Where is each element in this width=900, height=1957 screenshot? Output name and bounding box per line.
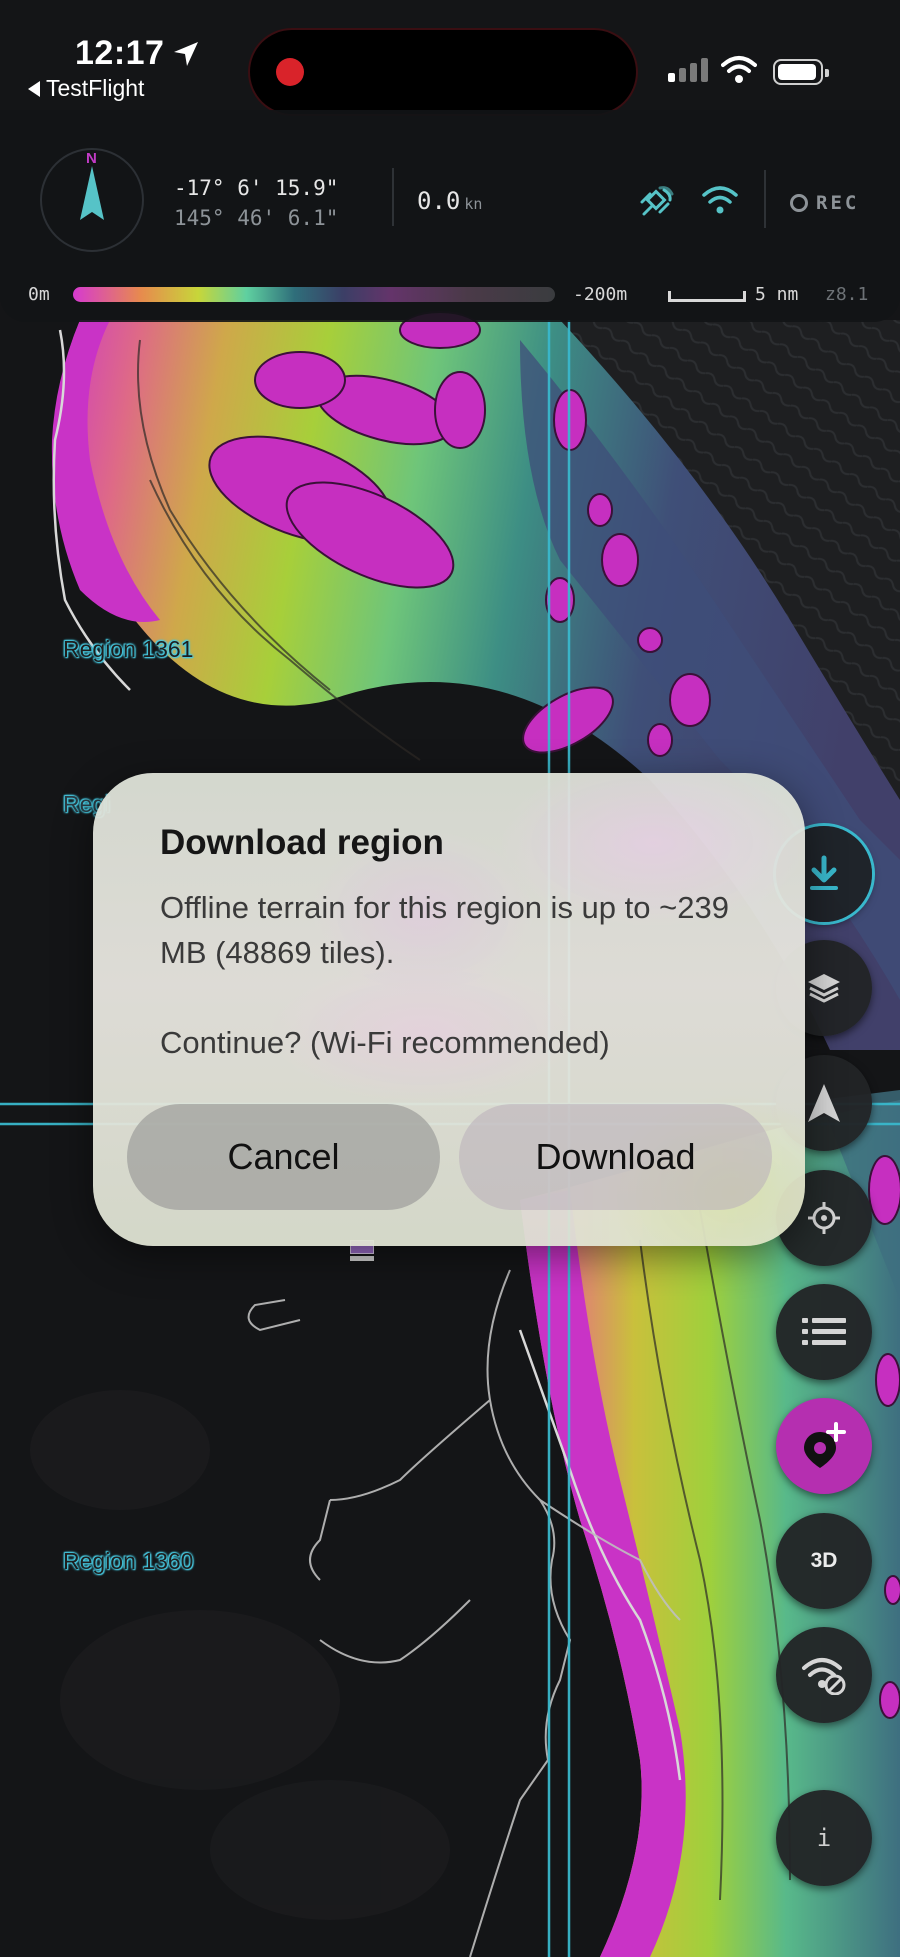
offline-button[interactable] [776, 1627, 872, 1723]
back-arrow-icon [28, 80, 40, 97]
depth-color-scale [73, 287, 555, 302]
info-button-label: i [816, 1824, 832, 1852]
recording-indicator-icon [276, 58, 304, 86]
add-pin-button[interactable] [776, 1398, 872, 1494]
add-pin-icon [804, 1422, 846, 1468]
speed-readout: 0.0 kn [417, 187, 482, 215]
list-button[interactable] [776, 1284, 872, 1380]
region-label-1360[interactable]: Region 1360 [63, 1548, 193, 1575]
scale-label: 5 nm [755, 284, 799, 305]
crosshair-icon [808, 1202, 840, 1234]
back-app-label: TestFlight [46, 75, 145, 101]
layers-icon [808, 974, 840, 1003]
hud-divider [392, 168, 394, 226]
depth-max-label: -200m [573, 284, 628, 305]
download-region-dialog: Download region Offline terrain for this… [93, 773, 805, 1246]
3d-button-label: 3D [810, 1549, 838, 1572]
signal-icon [668, 58, 708, 82]
region-label-1361[interactable]: Region 1361 [63, 636, 193, 663]
speed-value: 0.0 [417, 187, 461, 215]
navigation-arrow-icon [808, 1084, 840, 1122]
coordinates-readout: -17° 6' 15.9" 145° 46' 6.1" [174, 173, 338, 233]
3d-button[interactable]: 3D [776, 1513, 872, 1609]
dialog-message-size: Offline terrain for this region is up to… [160, 890, 729, 970]
status-time: 12:17 [75, 34, 165, 72]
gps-satellite-icon[interactable] [638, 184, 674, 229]
longitude-readout: 145° 46' 6.1" [174, 206, 339, 230]
scale-bar [668, 291, 746, 302]
wifi-off-icon [802, 1658, 846, 1695]
hud-divider [764, 170, 766, 228]
battery-icon [773, 59, 829, 85]
zoom-level-label: z8.1 [825, 284, 869, 305]
download-icon [810, 855, 838, 890]
dynamic-island [250, 30, 636, 114]
navigation-hud: N -17° 6' 15.9" 145° 46' 6.1" 0.0 kn REC… [0, 110, 900, 322]
status-bar: 12:17 TestFlight [0, 0, 900, 114]
dialog-title: Download region [160, 823, 444, 862]
record-toggle[interactable]: REC [790, 192, 859, 214]
list-icon [802, 1318, 846, 1345]
wifi-status-icon[interactable] [702, 184, 738, 221]
cancel-button[interactable]: Cancel [127, 1104, 440, 1210]
location-arrow-icon [172, 40, 200, 73]
depth-legend: 0m -200m 5 nm z8.1 [0, 284, 900, 314]
depth-min-label: 0m [28, 284, 50, 305]
record-label: REC [816, 192, 860, 214]
compass-north-label: N [86, 150, 97, 167]
dialog-message-confirm: Continue? (Wi-Fi recommended) [160, 1025, 610, 1060]
back-to-app-link[interactable]: TestFlight [28, 75, 144, 102]
download-button[interactable]: Download [459, 1104, 772, 1210]
info-button[interactable]: i [776, 1790, 872, 1886]
record-icon [790, 194, 808, 212]
wifi-icon [721, 55, 757, 90]
latitude-readout: -17° 6' 15.9" [174, 176, 339, 200]
speed-unit: kn [464, 195, 483, 213]
dialog-message: Offline terrain for this region is up to… [160, 885, 760, 1065]
compass-icon[interactable]: N [40, 148, 144, 252]
